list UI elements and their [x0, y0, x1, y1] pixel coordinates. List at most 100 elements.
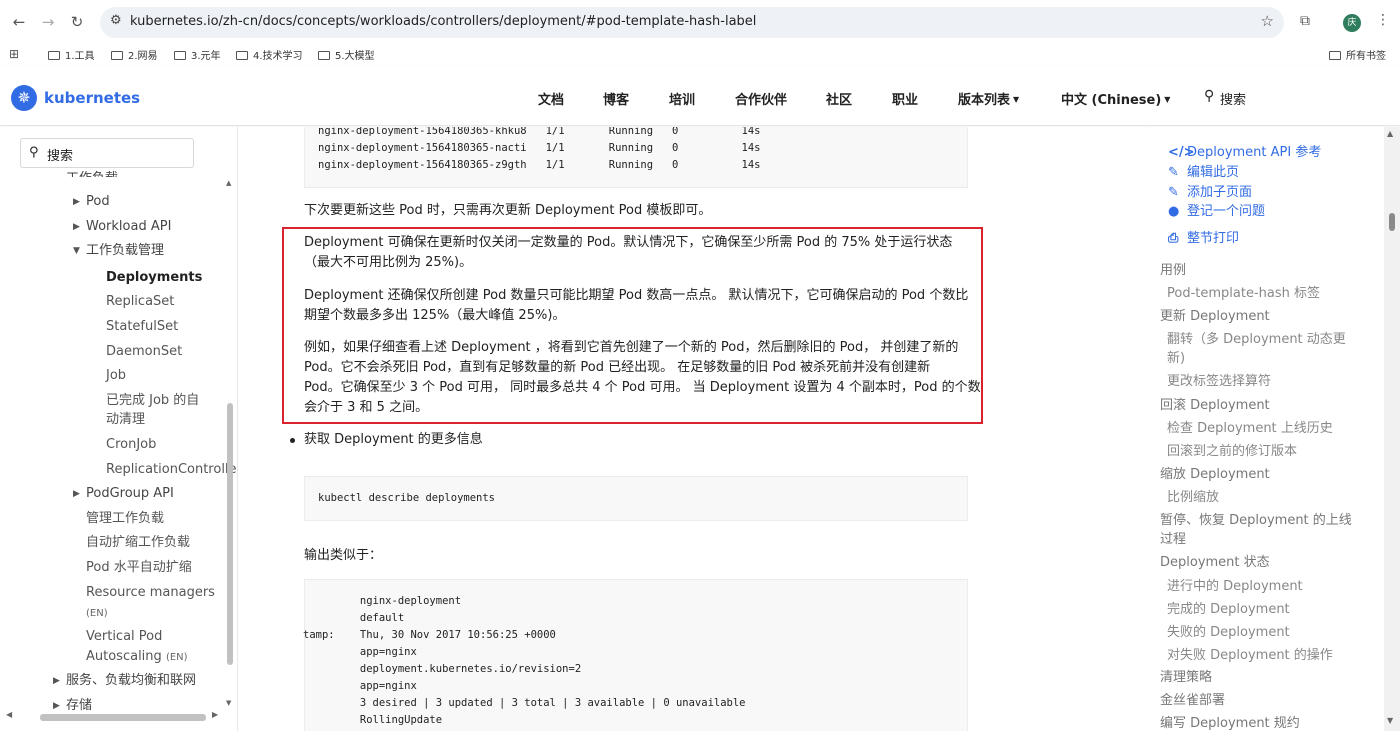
sidebar-item-workload-api[interactable]: ▶ Workload API — [73, 217, 171, 237]
expand-icon[interactable]: ▶ — [73, 192, 80, 212]
toc-item[interactable]: 更新 Deployment — [1160, 307, 1270, 326]
nav-versions[interactable]: 版本列表 ▼ — [958, 89, 1019, 108]
folder-icon — [318, 51, 330, 60]
edit-icon: ✎ — [1168, 185, 1179, 200]
sidebar-horizontal-scrollbar[interactable] — [40, 714, 206, 721]
bookmark-folder[interactable]: 2.网易 — [111, 47, 158, 62]
nav-careers[interactable]: 职业 — [892, 89, 918, 108]
sidebar-item-cut[interactable]: 工作负载 — [66, 168, 118, 177]
toc-item[interactable]: 新) — [1167, 349, 1185, 368]
sidebar-item-autoscaling[interactable]: 自动扩缩工作负载 — [86, 533, 190, 553]
toc-item[interactable]: 金丝雀部署 — [1160, 691, 1225, 710]
toc-item[interactable]: 完成的 Deployment — [1167, 600, 1290, 619]
sidebar-item-storage[interactable]: ▶ 存储 — [53, 696, 92, 716]
scroll-down-icon[interactable]: ▼ — [1387, 716, 1393, 725]
nav-partners[interactable]: 合作伙伴 — [735, 89, 787, 108]
bookmark-folder[interactable]: 4.技术学习 — [236, 47, 303, 62]
print-section-link[interactable]: ⎙ 整节打印 — [1168, 227, 1239, 246]
toc-item[interactable]: 比例缩放 — [1167, 488, 1219, 507]
sidebar-item-vpa-cont[interactable]: Autoscaling (EN) — [86, 647, 188, 668]
nav-docs[interactable]: 文档 — [538, 89, 564, 108]
page-scrollbar-thumb[interactable] — [1389, 213, 1395, 231]
bookmark-star-icon[interactable]: ☆ — [1261, 12, 1274, 30]
apps-grid-icon[interactable]: ⊞ — [9, 47, 19, 61]
sidebar-item-resource-managers[interactable]: Resource managers — [86, 583, 215, 603]
url-text[interactable]: kubernetes.io/zh-cn/docs/concepts/worklo… — [130, 14, 756, 29]
nav-training[interactable]: 培训 — [669, 89, 695, 108]
brand-name[interactable]: kubernetes — [44, 89, 140, 107]
create-issue-link[interactable]: ● 登记一个问题 — [1168, 200, 1265, 219]
sidebar-item-vpa[interactable]: Vertical Pod — [86, 627, 162, 647]
sidebar-search-input[interactable]: ⚲ 搜索 — [20, 138, 194, 168]
toc-item[interactable]: 翻转（多 Deployment 动态更 — [1167, 330, 1346, 349]
sidebar-item-ttl-after-finished[interactable]: 已完成 Job 的自 — [106, 391, 199, 411]
toc-item[interactable]: 缩放 Deployment — [1160, 465, 1270, 484]
toc-item[interactable]: Pod-template-hash 标签 — [1167, 284, 1320, 303]
scroll-up-icon[interactable]: ▲ — [1387, 129, 1393, 138]
toc-item[interactable]: 过程 — [1160, 530, 1186, 549]
sidebar-item-podgroup-api[interactable]: ▶ PodGroup API — [73, 484, 174, 504]
toc-item[interactable]: 用例 — [1160, 261, 1186, 280]
collapse-icon[interactable]: ▼ — [73, 241, 80, 261]
sidebar-item-cronjob[interactable]: CronJob — [106, 435, 156, 455]
expand-icon[interactable]: ▶ — [73, 217, 80, 237]
expand-icon[interactable]: ▶ — [53, 696, 60, 716]
toc-item[interactable]: 失败的 Deployment — [1167, 623, 1290, 642]
extensions-icon[interactable]: ⧉ — [1300, 13, 1310, 29]
toc-item[interactable]: 回滚到之前的修订版本 — [1167, 442, 1297, 461]
edit-icon: ✎ — [1168, 165, 1179, 180]
expand-icon[interactable]: ▶ — [73, 484, 80, 504]
toc-item[interactable]: 暂停、恢复 Deployment 的上线 — [1160, 511, 1352, 530]
api-reference-link[interactable]: </>Deployment API 参考 — [1168, 141, 1321, 160]
github-icon: ● — [1168, 204, 1180, 219]
back-icon[interactable]: ← — [9, 12, 29, 32]
address-bar[interactable]: ⚙ kubernetes.io/zh-cn/docs/concepts/work… — [100, 7, 1284, 38]
page-toc: </>Deployment API 参考 ✎ 编辑此页 ✎ 添加子页面 ● 登记一个问… — [1152, 127, 1384, 731]
kubernetes-logo-icon[interactable]: ✵ — [11, 85, 37, 111]
sidebar-item-manage-workloads[interactable]: 管理工作负载 — [86, 509, 164, 529]
toc-item[interactable]: Deployment 状态 — [1160, 553, 1270, 572]
site-info-icon[interactable]: ⚙ — [110, 13, 122, 28]
expand-icon[interactable]: ▶ — [53, 671, 60, 691]
scroll-left-icon[interactable]: ◀ — [6, 710, 12, 719]
scroll-right-icon[interactable]: ▶ — [212, 710, 218, 719]
all-bookmarks[interactable]: 所有书签 — [1329, 47, 1386, 62]
toc-item[interactable]: 编写 Deployment 规约 — [1160, 714, 1300, 731]
toc-item[interactable]: 清理策略 — [1160, 668, 1212, 687]
bookmark-folder[interactable]: 3.元年 — [174, 47, 221, 62]
forward-icon[interactable]: → — [38, 12, 58, 32]
bookmark-folder[interactable]: 1.工具 — [48, 47, 95, 62]
sidebar-item-job[interactable]: Job — [106, 366, 126, 386]
sidebar-item-workload-management[interactable]: ▼ 工作负载管理 — [73, 241, 164, 261]
sidebar-item-hpa[interactable]: Pod 水平自动扩缩 — [86, 558, 192, 578]
add-child-page-link[interactable]: ✎ 添加子页面 — [1168, 181, 1252, 200]
toc-item[interactable]: 对失败 Deployment 的操作 — [1167, 646, 1333, 665]
toc-item[interactable]: 更改标签选择算符 — [1167, 372, 1271, 391]
scroll-up-icon[interactable]: ▲ — [226, 179, 231, 187]
scroll-down-icon[interactable]: ▼ — [226, 699, 231, 707]
intro-paragraph: 下次要更新这些 Pod 时，只需再次更新 Deployment Pod 模板即可… — [304, 203, 712, 218]
sidebar-item-pod[interactable]: ▶ Pod — [73, 192, 110, 212]
toc-item[interactable]: 检查 Deployment 上线历史 — [1167, 419, 1333, 438]
sidebar-item-en-tag: (EN) — [86, 608, 108, 619]
browser-menu-icon[interactable]: ⋮ — [1376, 12, 1390, 28]
header-search[interactable]: ⚲ 搜索 — [1198, 82, 1398, 112]
search-icon: ⚲ — [29, 145, 39, 160]
toc-item[interactable]: 回滚 Deployment — [1160, 396, 1270, 415]
profile-avatar[interactable]: 庆 — [1343, 14, 1361, 32]
sidebar-vertical-scrollbar[interactable] — [227, 403, 233, 665]
reload-icon[interactable]: ↻ — [67, 12, 87, 32]
sidebar-item-statefulset[interactable]: StatefulSet — [106, 317, 178, 337]
sidebar-item-services-networking[interactable]: ▶ 服务、负载均衡和联网 — [53, 671, 196, 691]
nav-language[interactable]: 中文 (Chinese) ▼ — [1061, 89, 1170, 108]
bookmark-folder[interactable]: 5.大模型 — [318, 47, 375, 62]
sidebar-item-ttl-after-finished-cont[interactable]: 动清理 — [106, 410, 145, 430]
sidebar-item-replicaset[interactable]: ReplicaSet — [106, 292, 174, 312]
sidebar-item-deployments[interactable]: Deployments — [106, 268, 202, 288]
toc-item[interactable]: 进行中的 Deployment — [1167, 577, 1303, 596]
sidebar-item-daemonset[interactable]: DaemonSet — [106, 342, 182, 362]
nav-community[interactable]: 社区 — [826, 89, 852, 108]
sidebar-item-replicationcontroller[interactable]: ReplicationControlle — [106, 460, 237, 480]
edit-page-link[interactable]: ✎ 编辑此页 — [1168, 161, 1239, 180]
nav-blog[interactable]: 博客 — [603, 89, 629, 108]
